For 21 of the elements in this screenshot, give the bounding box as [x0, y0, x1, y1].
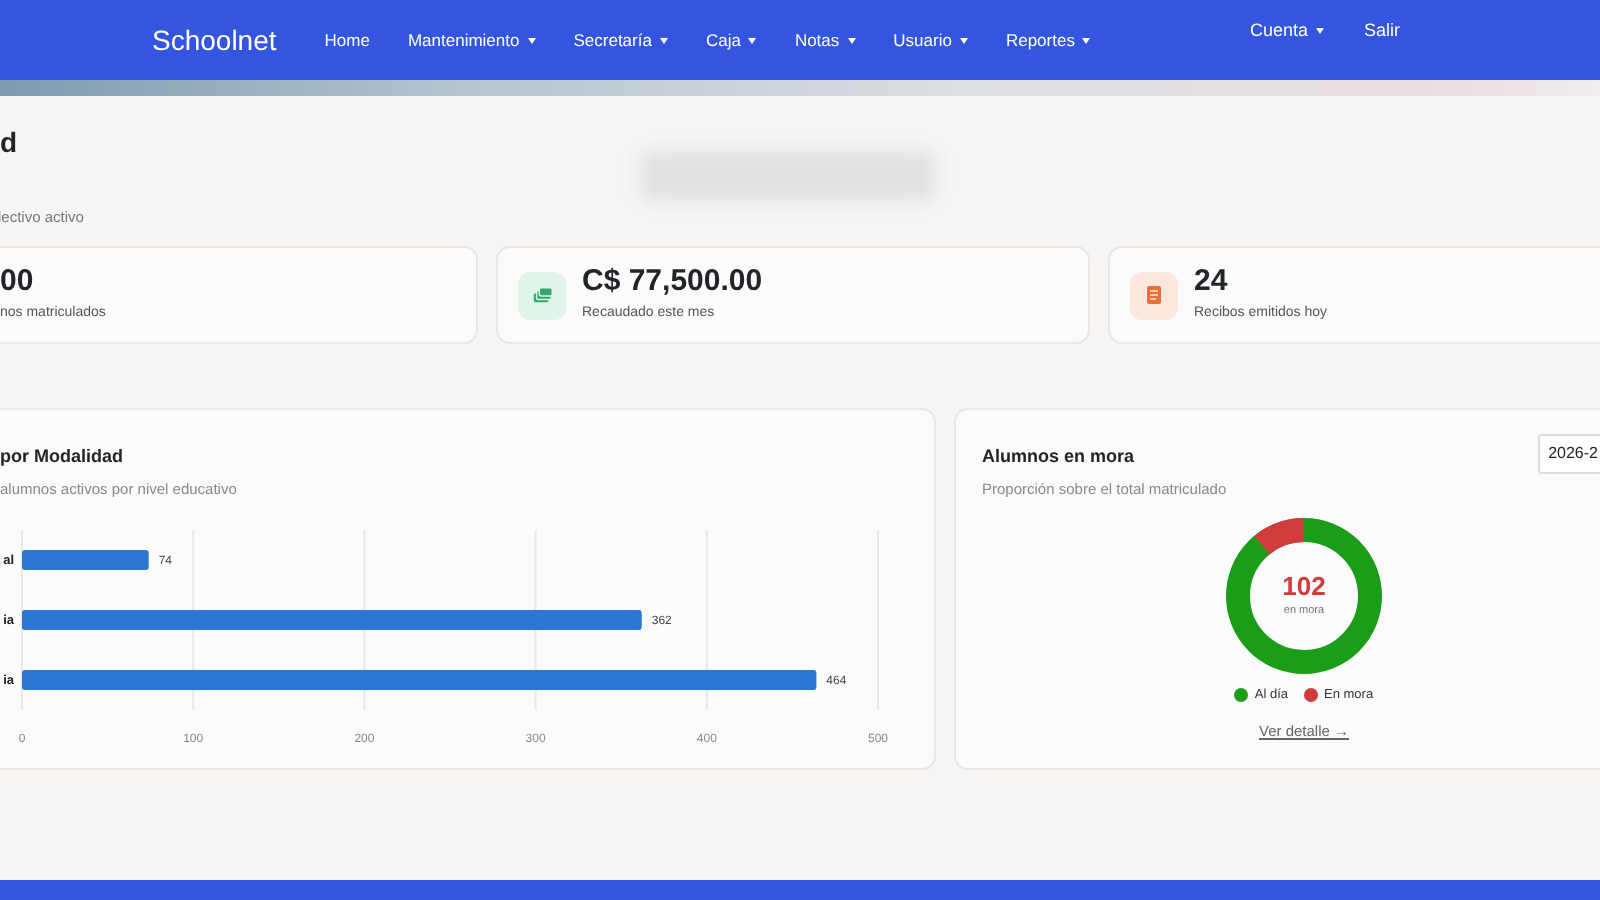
- nav-link[interactable]: Notas: [794, 27, 856, 53]
- nav-link[interactable]: Cuenta: [1249, 18, 1324, 46]
- page-title: d: [0, 128, 18, 156]
- nav-link[interactable]: Usuario: [893, 27, 968, 53]
- nav-link[interactable]: Salir: [1363, 18, 1400, 46]
- nav-link[interactable]: Mantenimiento: [407, 27, 536, 53]
- stat-value: C$ 77,500.00: [582, 266, 763, 296]
- card-title: Alumnos en mora: [982, 444, 1135, 471]
- nav-link[interactable]: Secretaría: [573, 27, 668, 53]
- year-select[interactable]: 2026-2: [1538, 434, 1600, 475]
- card-title: por Modalidad: [0, 444, 123, 471]
- center-value: 102: [1282, 571, 1326, 598]
- nav-link[interactable]: Home: [324, 27, 370, 53]
- stat-value: 24: [1194, 266, 1230, 296]
- nav-link[interactable]: Caja: [705, 27, 757, 53]
- brand-logo[interactable]: Schoolnet: [152, 19, 277, 61]
- document-icon: [1144, 284, 1164, 307]
- stat-value: 00: [0, 266, 36, 296]
- bills-icon: [531, 284, 553, 307]
- bar: [22, 549, 149, 569]
- nav-link[interactable]: Reportes: [1005, 27, 1091, 53]
